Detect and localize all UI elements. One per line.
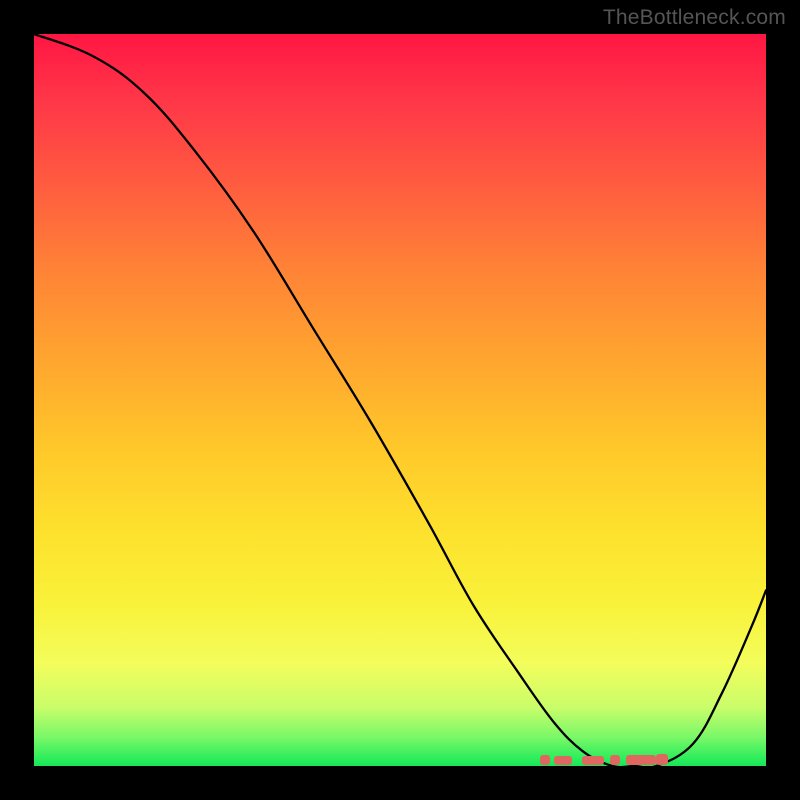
watermark-label: TheBottleneck.com [603, 6, 786, 30]
chart-frame: TheBottleneck.com [0, 0, 800, 800]
plot-area [34, 34, 766, 766]
bottleneck-curve-svg [34, 34, 766, 766]
trough-marker [582, 756, 604, 765]
trough-marker [540, 755, 550, 765]
trough-marker [554, 756, 572, 765]
trough-marker [626, 755, 656, 765]
bottleneck-curve-path [34, 34, 766, 766]
trough-marker [610, 755, 620, 765]
trough-marker [656, 754, 668, 765]
